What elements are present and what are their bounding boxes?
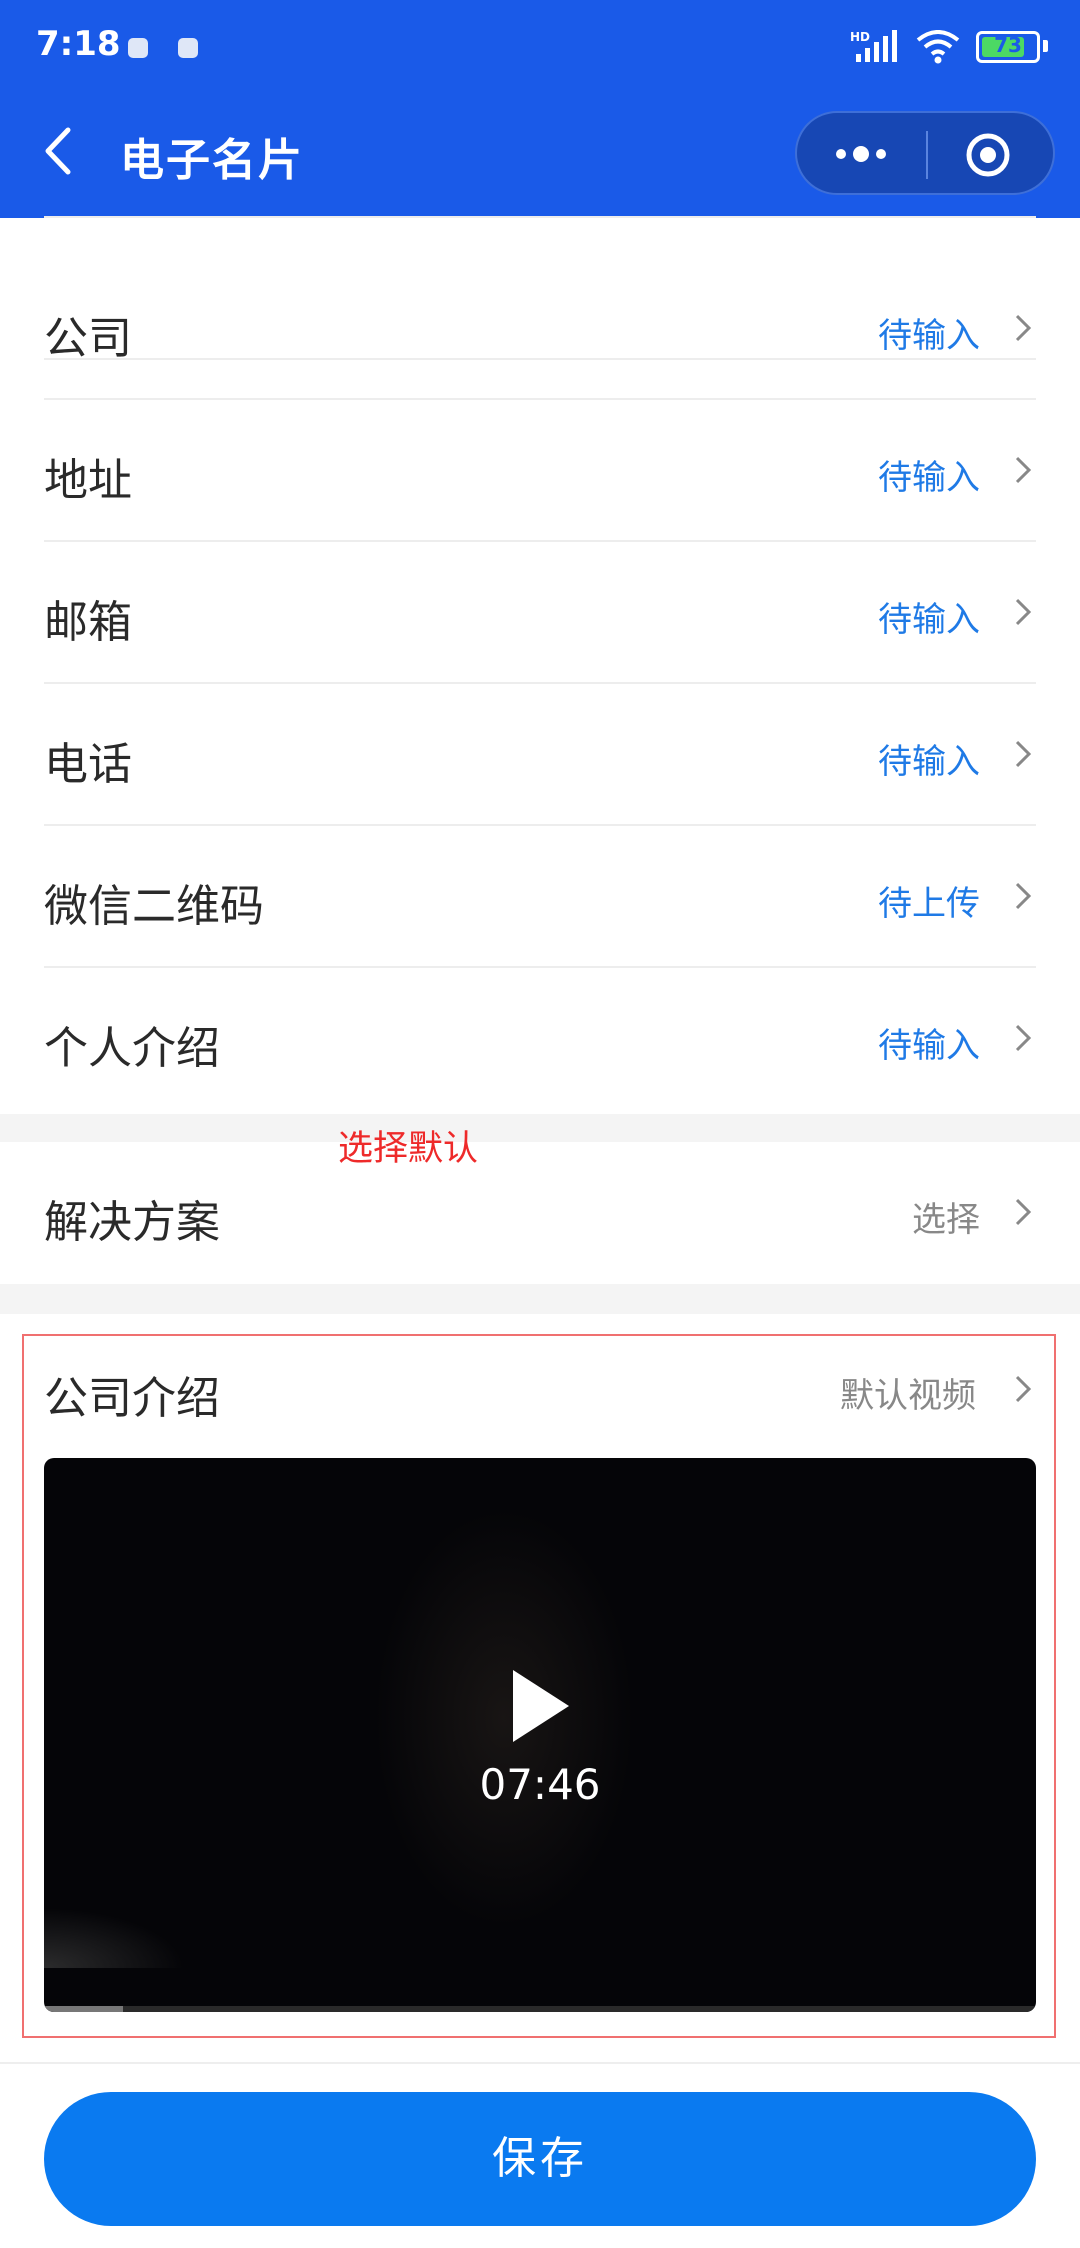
capsule-divider bbox=[926, 131, 928, 179]
company-intro-value[interactable]: 默认视频 bbox=[840, 1368, 976, 1417]
signal-icon: HD bbox=[850, 30, 897, 62]
chevron-right-icon bbox=[1015, 598, 1032, 626]
status-time: 7:18 bbox=[36, 24, 121, 64]
row-label: 地址 bbox=[44, 455, 132, 506]
chevron-right-icon[interactable] bbox=[1014, 1374, 1032, 1404]
row-value: 选择 bbox=[912, 1200, 980, 1240]
row-label: 公司 bbox=[44, 313, 132, 364]
row-wechat-qrcode[interactable]: 微信二维码 待上传 bbox=[44, 826, 1036, 968]
row-label: 个人介绍 bbox=[44, 1023, 220, 1074]
video-progress-fill bbox=[44, 2006, 124, 2012]
row-value: 待输入 bbox=[878, 1026, 980, 1066]
row-label: 微信二维码 bbox=[44, 881, 264, 932]
battery-icon: 73 bbox=[976, 31, 1040, 63]
play-icon[interactable] bbox=[509, 1668, 571, 1744]
wifi-icon bbox=[916, 30, 960, 64]
section-separator bbox=[0, 1284, 1080, 1314]
chevron-right-icon bbox=[1015, 740, 1032, 768]
row-value: 待输入 bbox=[878, 742, 980, 782]
target-circle-icon[interactable] bbox=[965, 132, 1011, 178]
row-address[interactable]: 地址 待输入 bbox=[44, 400, 1036, 542]
app-notification-icon bbox=[128, 38, 148, 58]
row-phone[interactable]: 电话 待输入 bbox=[44, 684, 1036, 826]
chevron-right-icon bbox=[1015, 456, 1032, 484]
battery-tip bbox=[1043, 40, 1048, 52]
row-label: 解决方案 bbox=[44, 1197, 220, 1248]
row-personal-intro[interactable]: 个人介绍 待输入 bbox=[44, 968, 1036, 1110]
battery-level: 73 bbox=[994, 33, 1022, 57]
bottom-bar: 保存 bbox=[0, 2062, 1080, 2248]
app-notification-icon bbox=[178, 38, 198, 58]
chevron-right-icon bbox=[1015, 314, 1032, 342]
row-label: 电话 bbox=[44, 739, 132, 790]
video-progress-bar[interactable] bbox=[44, 2006, 1036, 2012]
back-chevron-icon[interactable] bbox=[40, 126, 74, 176]
save-button[interactable]: 保存 bbox=[44, 2092, 1036, 2226]
row-divider-top bbox=[44, 178, 1036, 218]
row-value: 待输入 bbox=[878, 316, 980, 356]
video-frame-detail bbox=[44, 1908, 184, 1968]
row-solution[interactable]: 解决方案 选择 bbox=[44, 1142, 1036, 1284]
chevron-right-icon bbox=[1015, 1198, 1032, 1226]
chevron-right-icon bbox=[1015, 1024, 1032, 1052]
company-intro-label: 公司介绍 bbox=[44, 1373, 220, 1424]
row-company[interactable]: 公司 待输入 bbox=[44, 258, 1036, 400]
row-email[interactable]: 邮箱 待输入 bbox=[44, 542, 1036, 684]
video-player[interactable]: 07:46 bbox=[44, 1458, 1036, 2012]
row-value: 待输入 bbox=[878, 458, 980, 498]
section-separator bbox=[0, 1114, 1080, 1142]
svg-text:HD: HD bbox=[850, 30, 870, 44]
chevron-right-icon bbox=[1015, 882, 1032, 910]
more-dots-icon[interactable] bbox=[833, 139, 889, 169]
row-value: 待输入 bbox=[878, 600, 980, 640]
video-frame bbox=[374, 1508, 634, 1928]
video-duration: 07:46 bbox=[479, 1760, 601, 1809]
row-label: 邮箱 bbox=[44, 597, 132, 648]
row-value: 待上传 bbox=[878, 884, 980, 924]
